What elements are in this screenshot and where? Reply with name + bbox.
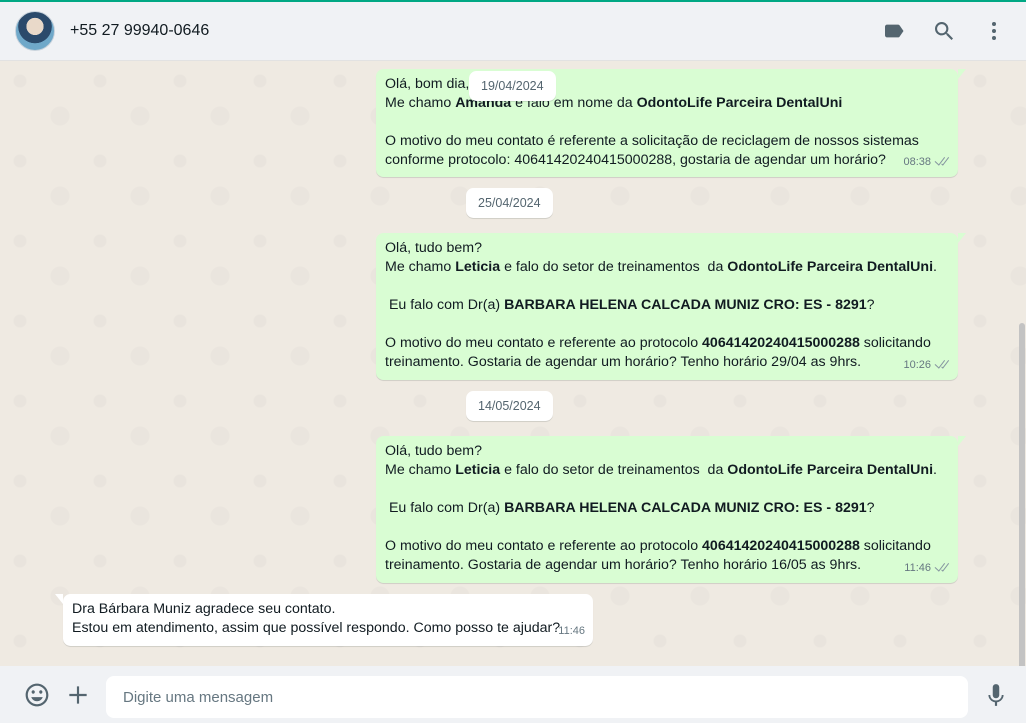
menu-button[interactable] [974, 11, 1014, 51]
message-time: 11:46 [558, 625, 585, 637]
message-line: treinamento. Gostaria de agendar um horá… [385, 557, 862, 573]
message-line: Me chamo Leticia e falo do setor de trei… [385, 259, 937, 275]
read-ticks-icon [934, 563, 950, 572]
search-icon [935, 22, 953, 40]
emoji-icon [25, 683, 49, 707]
kebab-menu-icon [992, 22, 996, 40]
message-time: 11:46 [904, 562, 931, 574]
message-line: Olá, tudo bem? [385, 443, 483, 459]
composer-bar [0, 666, 1026, 723]
avatar[interactable] [15, 11, 55, 51]
plus-icon [69, 686, 87, 704]
label-button[interactable] [874, 11, 914, 51]
message-line: Eu falo com Dr(a) BARBARA HELENA CALCADA… [385, 297, 875, 313]
message-line: treinamento. Gostaria de agendar um horá… [385, 354, 862, 370]
emoji-button[interactable] [17, 675, 57, 715]
message-bubble-outgoing[interactable]: Olá, tudo bem? Me chamo Leticia e falo d… [376, 436, 966, 583]
date-divider: 19/04/2024 [469, 71, 556, 101]
message-bubble-outgoing[interactable]: Olá, tudo bem? Me chamo Leticia e falo d… [376, 233, 966, 380]
message-bubble-outgoing[interactable]: Olá, bom dia, Me chamo Amanda e falo em … [376, 69, 966, 177]
chat-scrollbar[interactable] [1019, 323, 1025, 666]
voice-message-button[interactable] [976, 675, 1016, 715]
message-line: Estou em atendimento, assim que possível… [72, 620, 561, 636]
message-line: Eu falo com Dr(a) BARBARA HELENA CALCADA… [385, 500, 875, 516]
contact-name[interactable]: +55 27 99940-0646 [70, 22, 209, 40]
attach-button[interactable] [58, 675, 98, 715]
read-ticks-icon [934, 157, 950, 166]
message-line: O motivo do meu contato e referente ao p… [385, 538, 931, 554]
message-meta: 11:46 [904, 559, 950, 578]
message-line: Dra Bárbara Muniz agradece seu contato. [72, 601, 336, 617]
read-ticks-icon [934, 360, 950, 369]
microphone-icon [988, 684, 1004, 706]
message-line: Me chamo Leticia e falo do setor de trei… [385, 462, 937, 478]
date-divider: 14/05/2024 [466, 391, 553, 421]
message-time: 08:38 [903, 156, 931, 168]
search-button[interactable] [924, 11, 964, 51]
message-line: O motivo do meu contato e referente ao p… [385, 335, 931, 351]
message-time: 10:26 [903, 359, 931, 371]
chat-panel[interactable]: Olá, bom dia, Me chamo Amanda e falo em … [0, 61, 1026, 666]
message-input[interactable] [106, 676, 968, 718]
message-bubble-incoming[interactable]: Dra Bárbara Muniz agradece seu contato. … [55, 594, 593, 646]
message-meta: 08:38 [903, 153, 950, 172]
message-line: Olá, tudo bem? [385, 240, 483, 256]
label-icon [885, 24, 904, 38]
message-line: O motivo do meu contato é referente a so… [385, 133, 919, 149]
message-line: conforme protocolo: 40641420240415000288… [385, 152, 886, 168]
message-meta: 11:46 [558, 622, 585, 641]
header-actions [874, 11, 1014, 51]
message-meta: 10:26 [903, 356, 950, 375]
date-divider: 25/04/2024 [466, 188, 553, 218]
chat-header: +55 27 99940-0646 [0, 2, 1026, 61]
